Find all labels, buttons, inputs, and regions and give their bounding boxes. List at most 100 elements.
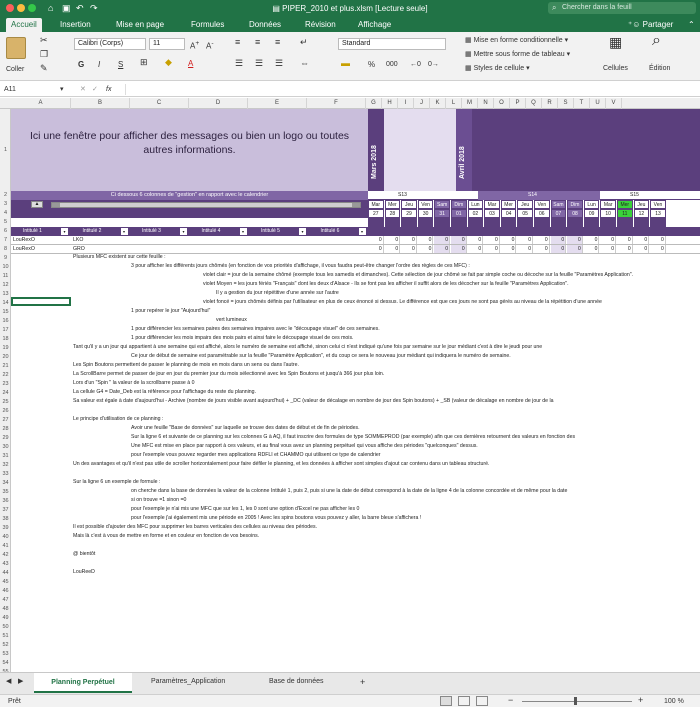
row-header[interactable]: 8 (0, 246, 11, 253)
zero-cell[interactable]: 0 (617, 236, 633, 244)
row-header[interactable]: 43 (0, 561, 11, 568)
row-header[interactable]: 47 (0, 597, 11, 604)
format-painter-icon[interactable]: ✎ (40, 64, 48, 73)
note-line[interactable]: Lors d'un "Spin " la valeur de la scroll… (73, 380, 194, 387)
zero-cell[interactable]: 0 (467, 245, 484, 253)
note-line[interactable]: Tant qu'il y a un jour qui appartient à … (73, 344, 542, 351)
row-header[interactable]: 39 (0, 525, 11, 532)
row-header[interactable]: 54 (0, 660, 11, 667)
note-line[interactable]: Ce jour de début de semaine est paramétr… (131, 353, 511, 360)
row-header[interactable]: 12 (0, 282, 11, 289)
align-top-icon[interactable]: ≡ (235, 38, 240, 47)
note-line[interactable]: Plusieurs MFC existent sur cette feuille… (73, 254, 166, 261)
zero-cell[interactable]: 0 (567, 245, 583, 253)
grow-font-icon[interactable]: A+ (190, 39, 199, 51)
zero-cell[interactable]: 0 (451, 245, 467, 253)
zero-cell[interactable]: 0 (600, 236, 616, 244)
column-header[interactable]: L (446, 98, 462, 109)
note-line[interactable]: violet foncé = jours chômés définis par … (203, 299, 602, 306)
row-header[interactable]: 16 (0, 318, 11, 325)
zero-cell[interactable]: 0 (451, 236, 467, 244)
row-header[interactable]: 45 (0, 579, 11, 586)
row-header[interactable]: 3 (0, 201, 11, 208)
column-header[interactable]: D (189, 98, 248, 109)
column-header[interactable]: V (606, 98, 622, 109)
editing-button[interactable]: Édition (649, 64, 670, 73)
note-line[interactable]: 3 pour afficher les différents jours chô… (131, 263, 470, 270)
note-line[interactable]: La cellule G4 = Date_Deb est la référenc… (73, 389, 256, 396)
cut-icon[interactable]: ✂ (40, 36, 48, 45)
row-header[interactable]: 4 (0, 210, 11, 217)
conditional-format-button[interactable]: ▦ Mise en forme conditionnelle ▾ (465, 36, 568, 45)
tab-formules[interactable]: Formules (191, 18, 224, 31)
scrollbar-right-arrow[interactable] (352, 203, 360, 207)
zero-cell[interactable]: 0 (368, 245, 384, 253)
next-sheet-icon[interactable]: ▶ (18, 676, 23, 688)
zero-cell[interactable]: 0 (517, 245, 533, 253)
row-header[interactable]: 19 (0, 345, 11, 352)
zero-cell[interactable]: 0 (550, 245, 567, 253)
filter-dropdown-icon[interactable]: ▾ (239, 228, 247, 235)
align-bottom-icon[interactable]: ≡ (275, 38, 280, 47)
zero-cell[interactable]: 0 (384, 236, 401, 244)
row-header[interactable]: 18 (0, 336, 11, 343)
sheet-grid[interactable]: Ici une fenêtre pour afficher des messag… (11, 109, 700, 672)
align-left-icon[interactable]: ☰ (235, 59, 243, 68)
add-sheet-icon[interactable]: + (360, 676, 365, 688)
row-header[interactable]: 13 (0, 291, 11, 298)
collapse-ribbon-icon[interactable]: ⌃ (688, 18, 695, 31)
zero-cell[interactable]: 0 (401, 245, 417, 253)
note-line[interactable]: Il est possible d'ajouter des MFC pour s… (73, 524, 317, 531)
column-header[interactable]: G (366, 98, 382, 109)
zero-cell[interactable]: 0 (583, 245, 600, 253)
confirm-icon[interactable]: ✓ (92, 85, 98, 94)
row-header[interactable]: 14 (0, 300, 11, 307)
column-header[interactable]: M (462, 98, 478, 109)
note-line[interactable]: Il y a gestion du jour répétitive d'une … (216, 290, 339, 297)
selected-cell-a11[interactable] (11, 297, 71, 306)
zero-cell[interactable]: 0 (500, 236, 517, 244)
note-line[interactable]: Le principe d'utilisation de ce planning… (73, 416, 163, 423)
percent-button[interactable]: % (368, 60, 375, 69)
row-header[interactable]: 44 (0, 570, 11, 577)
spin-up-button[interactable]: ▲ (31, 201, 43, 208)
sheet-tab-parametres[interactable]: Paramètres_Application (151, 676, 225, 688)
column-header[interactable]: R (542, 98, 558, 109)
fx-button[interactable]: fx (106, 85, 111, 94)
filter-dropdown-icon[interactable]: ▾ (120, 228, 128, 235)
shrink-font-icon[interactable]: A- (206, 39, 214, 51)
tab-revision[interactable]: Révision (305, 18, 336, 31)
scrollbar[interactable] (51, 202, 361, 208)
column-header[interactable]: K (430, 98, 446, 109)
align-right-icon[interactable]: ☰ (275, 59, 283, 68)
note-line[interactable]: pour l'exemple je n'ai mis une MFC que s… (131, 506, 359, 513)
zero-cell[interactable]: 0 (650, 236, 666, 244)
row-header[interactable]: 49 (0, 615, 11, 622)
row-header[interactable]: 42 (0, 552, 11, 559)
filter-dropdown-icon[interactable]: ▾ (180, 228, 187, 235)
zero-cell[interactable]: 0 (401, 236, 417, 244)
zero-cell[interactable]: 0 (600, 245, 616, 253)
sheet-tab-planning[interactable]: Planning Perpétuel (34, 673, 132, 693)
row-header[interactable]: 5 (0, 219, 11, 226)
row-header[interactable]: 26 (0, 408, 11, 415)
zero-cell[interactable]: 0 (633, 236, 650, 244)
zero-cell[interactable]: 0 (534, 236, 550, 244)
zero-cell[interactable]: 0 (434, 245, 450, 253)
row-header[interactable]: 30 (0, 444, 11, 451)
filter-dropdown-icon[interactable]: ▾ (299, 228, 306, 235)
row-header[interactable]: 33 (0, 471, 11, 478)
font-family-select[interactable]: Calibri (Corps) (74, 38, 146, 50)
note-line[interactable]: @ bientôt (73, 551, 95, 558)
row-header[interactable]: 41 (0, 543, 11, 550)
tab-insertion[interactable]: Insertion (60, 18, 91, 31)
column-header[interactable]: I (398, 98, 414, 109)
bold-button[interactable]: G (78, 60, 84, 69)
column-header[interactable]: H (382, 98, 398, 109)
cells-button[interactable]: Cellules (603, 64, 628, 73)
row-header[interactable]: 52 (0, 642, 11, 649)
note-line[interactable]: Mais là c'est à vous de mettre en forme … (73, 533, 259, 540)
column-header[interactable]: A (11, 98, 71, 109)
data-cell-b[interactable]: GRO (73, 246, 85, 253)
paste-button[interactable]: Coller (6, 65, 24, 74)
